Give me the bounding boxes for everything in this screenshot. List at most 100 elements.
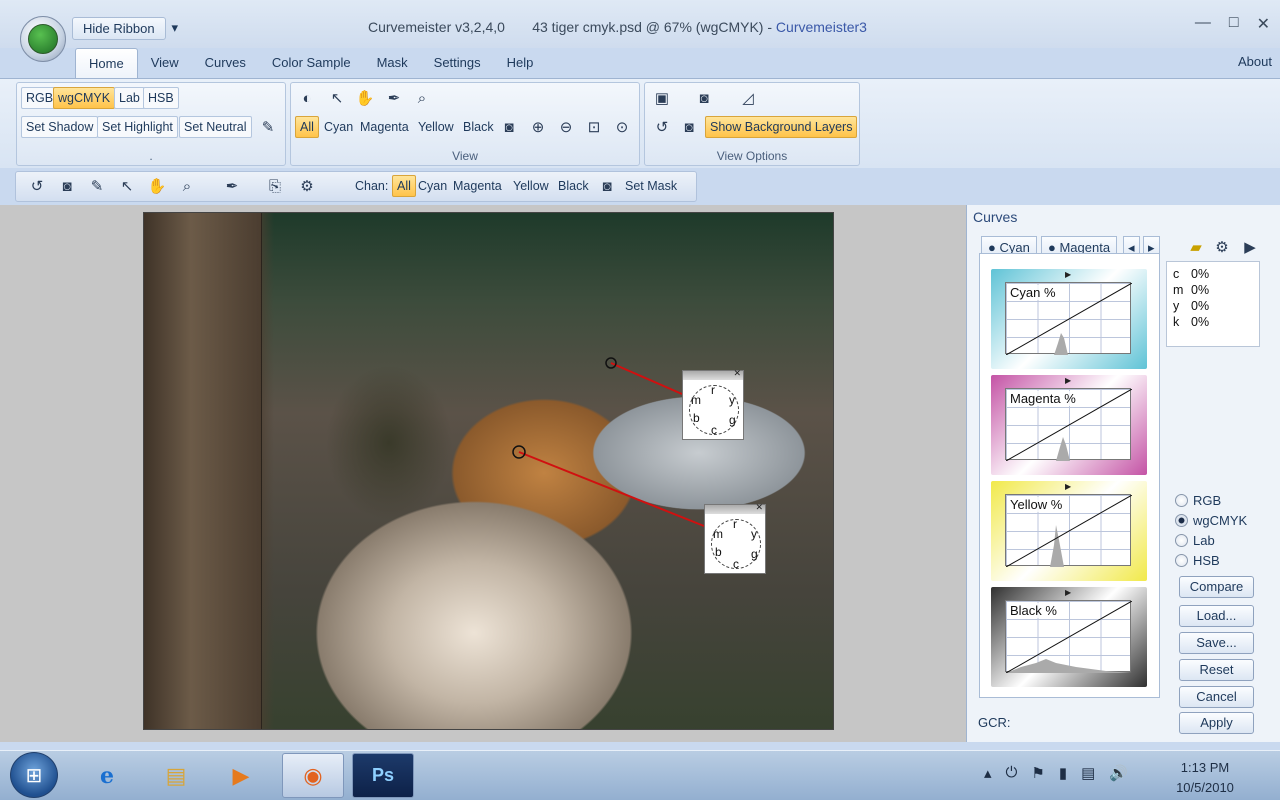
tab-mask[interactable]: Mask (364, 48, 421, 78)
load-button[interactable]: Load... (1179, 605, 1254, 627)
taskbar-explorer-icon[interactable]: ▤ (145, 753, 207, 798)
radio-dot[interactable] (1175, 534, 1188, 547)
zoom-tool-icon[interactable]: ⌕ (176, 175, 198, 197)
tab-home[interactable]: Home (75, 48, 138, 78)
hide-ribbon-button[interactable]: Hide Ribbon (72, 16, 166, 40)
compare-button[interactable]: Compare (1179, 576, 1254, 598)
toolbar-channel-magenta[interactable]: Magenta (453, 179, 502, 193)
zoom-icon[interactable]: ⌕ (411, 87, 433, 109)
mode-radio-lab[interactable]: Lab (1175, 533, 1215, 548)
maximize-icon[interactable]: □ (1229, 14, 1239, 34)
color-sampler-2[interactable]: ✕ r y g c b m (704, 502, 766, 574)
tab-settings[interactable]: Settings (421, 48, 494, 78)
tab-help[interactable]: Help (494, 48, 547, 78)
yellow-curve[interactable]: ▶ Yellow % (991, 481, 1147, 581)
apply-button[interactable]: Apply (1179, 712, 1254, 734)
toolbar-channel-yellow[interactable]: Yellow (513, 179, 549, 193)
network-icon[interactable]: ▤ (1081, 764, 1095, 782)
folder-icon[interactable]: ▰ (1185, 236, 1207, 258)
eyedropper-icon[interactable]: ✒ (383, 87, 405, 109)
set-highlight-button[interactable]: Set Highlight (97, 116, 178, 138)
curve-display-icon[interactable]: ◿ (737, 87, 759, 109)
taskbar-mediaplayer-icon[interactable]: ▶ (210, 753, 272, 798)
magenta-curve[interactable]: ▶ Magenta % (991, 375, 1147, 475)
qat-dropdown-icon[interactable]: ▾ (172, 20, 179, 36)
set-mask-button[interactable]: Set Mask (625, 179, 677, 193)
volume-icon[interactable]: 🔊 (1109, 764, 1128, 782)
mode-radio-rgb[interactable]: RGB (1175, 493, 1221, 508)
taskbar-ie-icon[interactable]: e (76, 753, 138, 798)
about-link[interactable]: About (1238, 54, 1272, 69)
pointer-tool-icon[interactable]: ↖ (116, 175, 138, 197)
copy-tool-icon[interactable]: ⎘ (264, 175, 286, 197)
curve-plot[interactable]: Yellow % (1005, 494, 1132, 567)
mask-view-icon[interactable]: ◙ (693, 87, 715, 109)
zoom-actual-icon[interactable]: ⊙ (611, 116, 633, 138)
channel-all-button[interactable]: All (295, 116, 319, 138)
mode-hsb-button[interactable]: HSB (143, 87, 179, 109)
curve-plot[interactable]: Cyan % (1005, 282, 1132, 355)
taskbar-photoshop-icon[interactable]: Ps (352, 753, 414, 798)
hand-icon[interactable]: ✋ (354, 87, 376, 109)
power-icon[interactable]: ⏻ (1006, 764, 1018, 782)
set-neutral-button[interactable]: Set Neutral (179, 116, 252, 138)
cancel-button[interactable]: Cancel (1179, 686, 1254, 708)
layer-icon[interactable]: ▣ (651, 87, 673, 109)
sampler-close-icon[interactable]: ✕ (755, 502, 763, 513)
show-background-layers-button[interactable]: Show Background Layers (705, 116, 858, 138)
toolbar-channel-all[interactable]: All (392, 175, 416, 197)
black-curve[interactable]: ▶ Black % (991, 587, 1147, 687)
radio-dot[interactable] (1175, 514, 1188, 527)
tab-view[interactable]: View (138, 48, 192, 78)
channel-yellow-button[interactable]: Yellow (413, 116, 459, 138)
hand-tool-icon[interactable]: ✋ (146, 175, 168, 197)
auto-wand-icon[interactable]: ✎ (257, 116, 279, 138)
wrench-tool-icon[interactable]: ⚙ (296, 175, 318, 197)
mode-radio-hsb[interactable]: HSB (1175, 553, 1220, 568)
toolbar-channel-black[interactable]: Black (558, 179, 589, 193)
mask-icon[interactable]: ◙ (498, 116, 520, 138)
radio-dot[interactable] (1175, 494, 1188, 507)
pointer-icon[interactable]: ↖ (326, 87, 348, 109)
flag-icon[interactable]: ⚑ (1031, 764, 1044, 782)
radio-dot[interactable] (1175, 554, 1188, 567)
zoom-fit-icon[interactable]: ⊡ (583, 116, 605, 138)
cyan-curve[interactable]: ▶ Cyan % (991, 269, 1147, 369)
mask-tool-icon[interactable]: ◙ (56, 175, 78, 197)
tiger-photo-canvas[interactable]: ✕ r y g c b m ✕ r y g c b m (143, 212, 834, 730)
application-menu-button[interactable] (20, 16, 66, 62)
tab-color-sample[interactable]: Color Sample (259, 48, 364, 78)
eyedropper-tool-icon[interactable]: ✒ (221, 175, 243, 197)
mode-wgcmyk-button[interactable]: wgCMYK (53, 87, 116, 109)
mode-lab-button[interactable]: Lab (114, 87, 145, 109)
set-shadow-button[interactable]: Set Shadow (21, 116, 99, 138)
reset-button[interactable]: Reset (1179, 659, 1254, 681)
mask-toggle-icon[interactable]: ◙ (678, 116, 700, 138)
channel-black-button[interactable]: Black (458, 116, 499, 138)
zoom-in-icon[interactable]: ⊕ (527, 116, 549, 138)
toolbar-channel-cyan[interactable]: Cyan (418, 179, 447, 193)
close-icon[interactable]: ✕ (1257, 14, 1270, 34)
wrench-icon[interactable]: ⚙ (1211, 236, 1233, 258)
mode-radio-wgcmyk[interactable]: wgCMYK (1175, 513, 1247, 528)
channel-magenta-button[interactable]: Magenta (355, 116, 414, 138)
taskbar-firefox-icon[interactable]: ◉ (282, 753, 344, 798)
channel-cyan-button[interactable]: Cyan (319, 116, 358, 138)
background-layer-icon[interactable]: ↺ (651, 116, 673, 138)
reset-tool-icon[interactable]: ↺ (26, 175, 48, 197)
play-icon[interactable]: ▶ (1239, 236, 1261, 258)
curve-plot[interactable]: Black % (1005, 600, 1132, 673)
curves-logo-icon[interactable]: ◐ (296, 87, 318, 109)
device-icon[interactable]: ▮ (1059, 764, 1067, 782)
save-button[interactable]: Save... (1179, 632, 1254, 654)
tab-curves[interactable]: Curves (192, 48, 259, 78)
curve-plot[interactable]: Magenta % (1005, 388, 1132, 461)
sampler-close-icon[interactable]: ✕ (733, 368, 741, 379)
taskbar-clock[interactable]: 1:13 PM 10/5/2010 (1168, 758, 1242, 798)
zoom-out-icon[interactable]: ⊖ (555, 116, 577, 138)
mask-set-icon[interactable]: ◙ (596, 175, 618, 197)
start-button[interactable]: ⊞ (10, 752, 58, 798)
minimize-icon[interactable]: — (1195, 14, 1211, 34)
tray-expand-icon[interactable]: ▴ (984, 764, 992, 782)
wand-tool-icon[interactable]: ✎ (86, 175, 108, 197)
